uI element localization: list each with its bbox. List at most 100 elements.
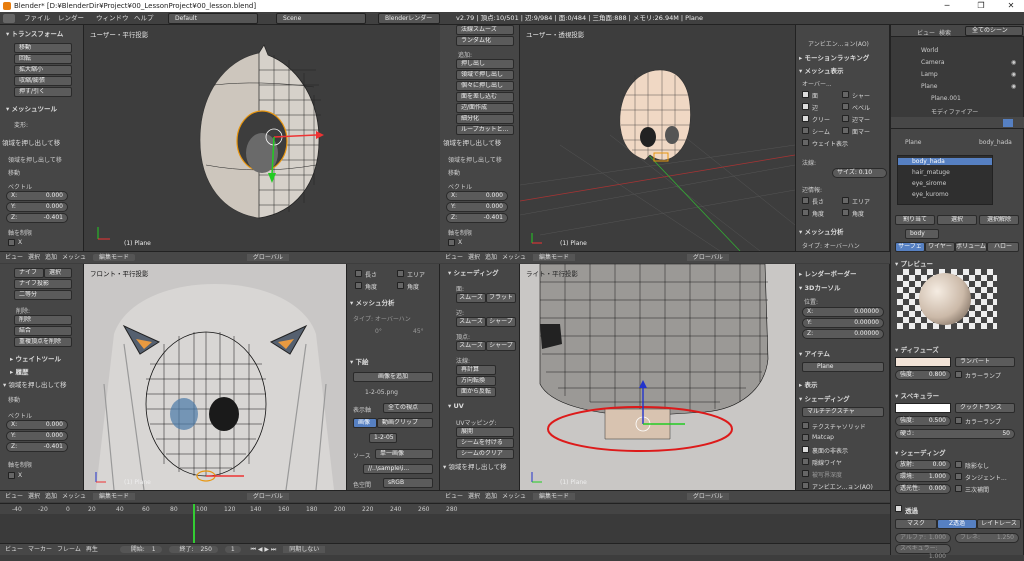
diffuse-ramp-checkbox[interactable]: [955, 371, 962, 378]
slot-eye-sirome[interactable]: eye_sirome: [912, 180, 946, 187]
push-pull-button[interactable]: 押す/引く: [14, 87, 72, 97]
orientation-select[interactable]: グローバル: [246, 254, 289, 261]
eye-icon[interactable]: ◉: [1011, 83, 1016, 90]
color-space-select[interactable]: sRGB: [383, 478, 433, 488]
mode-select-3[interactable]: 編集モード: [92, 493, 135, 500]
length-checkbox[interactable]: [802, 197, 809, 204]
face-smooth-button[interactable]: スムーズ: [456, 293, 486, 303]
item-header[interactable]: ▾ アイテム: [799, 348, 830, 358]
knife-button[interactable]: ナイフ: [14, 268, 44, 278]
select-button[interactable]: 選択: [937, 215, 977, 225]
close-button[interactable]: ✕: [1000, 0, 1022, 12]
item-name-field[interactable]: Plane: [802, 362, 884, 372]
mode-select[interactable]: 編集モード: [92, 254, 135, 261]
file-path-field[interactable]: //..\sample\i...: [363, 464, 433, 474]
orientation-select-4[interactable]: グローバル: [686, 493, 729, 500]
assign-button[interactable]: 割り当て: [895, 215, 935, 225]
angle2-checkbox[interactable]: [842, 209, 849, 216]
weight-display-checkbox[interactable]: [802, 139, 809, 146]
knife-select-button[interactable]: 選択: [44, 268, 72, 278]
render-engine-select[interactable]: Blenderレンダー: [378, 13, 440, 24]
shrink-fatten-button[interactable]: 収縮/膨張: [14, 76, 72, 86]
viewport-top-left[interactable]: ユーザー・平行投影 (1) Plane: [84, 25, 440, 251]
menu-add[interactable]: 追加: [45, 254, 57, 261]
face-flat-button[interactable]: フラット: [486, 293, 516, 303]
make-edge-face-button[interactable]: 辺/面作成: [456, 103, 514, 113]
vector-z-field[interactable]: Z: -0.401: [6, 213, 68, 223]
outliner-item-plane001[interactable]: Plane.001: [931, 95, 961, 102]
area-checkbox[interactable]: [842, 197, 849, 204]
delete-menu-button[interactable]: 削除: [14, 315, 72, 325]
analysis-type[interactable]: タイプ: オーバーハン: [802, 241, 860, 250]
orientation-select-3[interactable]: グローバル: [246, 493, 289, 500]
vector-x-field-2[interactable]: X: 0.000: [446, 191, 508, 201]
current-frame-field[interactable]: 1: [224, 546, 241, 553]
seams-checkbox[interactable]: [802, 127, 809, 134]
display-header[interactable]: ▸ 表示: [799, 379, 818, 389]
outliner-item-plane[interactable]: Plane: [921, 83, 937, 90]
axis-x-checkbox-2[interactable]: [448, 239, 455, 246]
material-datablock-field[interactable]: body: [905, 229, 939, 239]
menu-view-3[interactable]: ビュー: [5, 493, 23, 500]
hidden-wire-checkbox[interactable]: [802, 458, 809, 465]
operator-panel-header-4[interactable]: ▾ 領域を押し出して移: [443, 461, 507, 471]
mode-select-2[interactable]: 編集モード: [532, 254, 575, 261]
subdivide-button[interactable]: 細分化: [456, 114, 514, 124]
cursor-x-field[interactable]: X: 0.00000: [802, 307, 884, 317]
wire-tab[interactable]: ワイヤー: [925, 242, 955, 252]
area3-checkbox[interactable]: [397, 270, 404, 277]
menu-mesh-3[interactable]: メッシュ: [62, 493, 86, 500]
outliner-item-modifiers[interactable]: モディファイアー: [931, 107, 978, 116]
motion-tracking-header[interactable]: ▸ モーションラッキング: [799, 52, 869, 62]
transparency-header[interactable]: 透過: [905, 505, 918, 515]
operator-panel-header[interactable]: 領域を押し出して移: [2, 137, 60, 147]
timeline-marker-menu[interactable]: マーカー: [28, 546, 52, 553]
mesh-display-header[interactable]: ▾ メッシュ表示: [799, 65, 844, 75]
diffuse-header[interactable]: ▾ ディフューズ: [895, 344, 939, 354]
image-tab[interactable]: 画像: [353, 418, 377, 428]
menu-mesh-2[interactable]: メッシュ: [502, 254, 526, 261]
extrude-button[interactable]: 押し出し: [456, 59, 514, 69]
menu-view-4[interactable]: ビュー: [445, 493, 463, 500]
menu-select-2[interactable]: 選択: [468, 254, 480, 261]
backface-culling-checkbox[interactable]: [802, 446, 809, 453]
start-frame-field[interactable]: 開始: 1: [119, 546, 162, 553]
mesh-analysis-header-3[interactable]: ▾ メッシュ分析: [350, 297, 395, 307]
operator-panel-header-3[interactable]: ▾ 領域を押し出して移: [3, 379, 67, 389]
view-axis-select[interactable]: 全ての視点: [383, 403, 433, 413]
move-button[interactable]: 移動: [14, 43, 72, 53]
angle3-checkbox[interactable]: [355, 282, 362, 289]
diffuse-shader-select[interactable]: ランバート: [955, 357, 1015, 367]
flip-from-face-button[interactable]: 面から反転: [456, 387, 496, 397]
menu-help[interactable]: ヘルプ: [134, 12, 154, 25]
edge-sharp-button[interactable]: シャープ: [486, 317, 516, 327]
shading-mode-select[interactable]: マルチテクスチャ: [802, 407, 884, 417]
3d-cursor-header[interactable]: ▾ 3Dカーソル: [799, 282, 840, 292]
vertex-smooth-button[interactable]: スムーズ: [456, 341, 486, 351]
extrude-region-button[interactable]: 領域で押し出し: [456, 70, 514, 80]
menu-view[interactable]: ビュー: [5, 254, 23, 261]
history-header[interactable]: ▸ 履歴: [10, 366, 29, 376]
vector-z-field-2[interactable]: Z: -0.401: [446, 213, 508, 223]
preview-header[interactable]: ▾ プレビュー: [895, 258, 933, 268]
axis-x-checkbox[interactable]: [8, 239, 15, 246]
mesh-analysis-header[interactable]: ▾ メッシュ分析: [799, 226, 844, 236]
matcap-checkbox[interactable]: [802, 434, 809, 441]
layout-selector[interactable]: Default: [168, 13, 258, 24]
angle4-checkbox[interactable]: [397, 282, 404, 289]
translucency-field[interactable]: 透光性: 0.000: [895, 484, 951, 494]
surface-tab[interactable]: サーフェ: [895, 242, 925, 252]
menu-select-4[interactable]: 選択: [468, 493, 480, 500]
ao-option[interactable]: アンビエン...ョン(AO): [808, 39, 869, 48]
vector-x-field-3[interactable]: X: 0.000: [6, 420, 68, 430]
specular-ramp-checkbox[interactable]: [955, 417, 962, 424]
angle-max[interactable]: 45°: [413, 328, 424, 335]
source-select[interactable]: 単一画像: [375, 449, 433, 459]
inset-faces-button[interactable]: 面を差し込む: [456, 92, 514, 102]
knife-project-button[interactable]: ナイフ投影: [14, 279, 72, 289]
slot-hair-matuge[interactable]: hair_matuge: [912, 169, 950, 176]
playback-controls-icon[interactable]: ⏮ ◀ ▶ ⏭: [251, 546, 277, 553]
specular-shader-select[interactable]: クックトランス: [955, 403, 1015, 413]
loop-cut-button[interactable]: ループカットと...: [456, 125, 514, 135]
material-shading-header[interactable]: ▾ シェーディング: [895, 447, 946, 457]
